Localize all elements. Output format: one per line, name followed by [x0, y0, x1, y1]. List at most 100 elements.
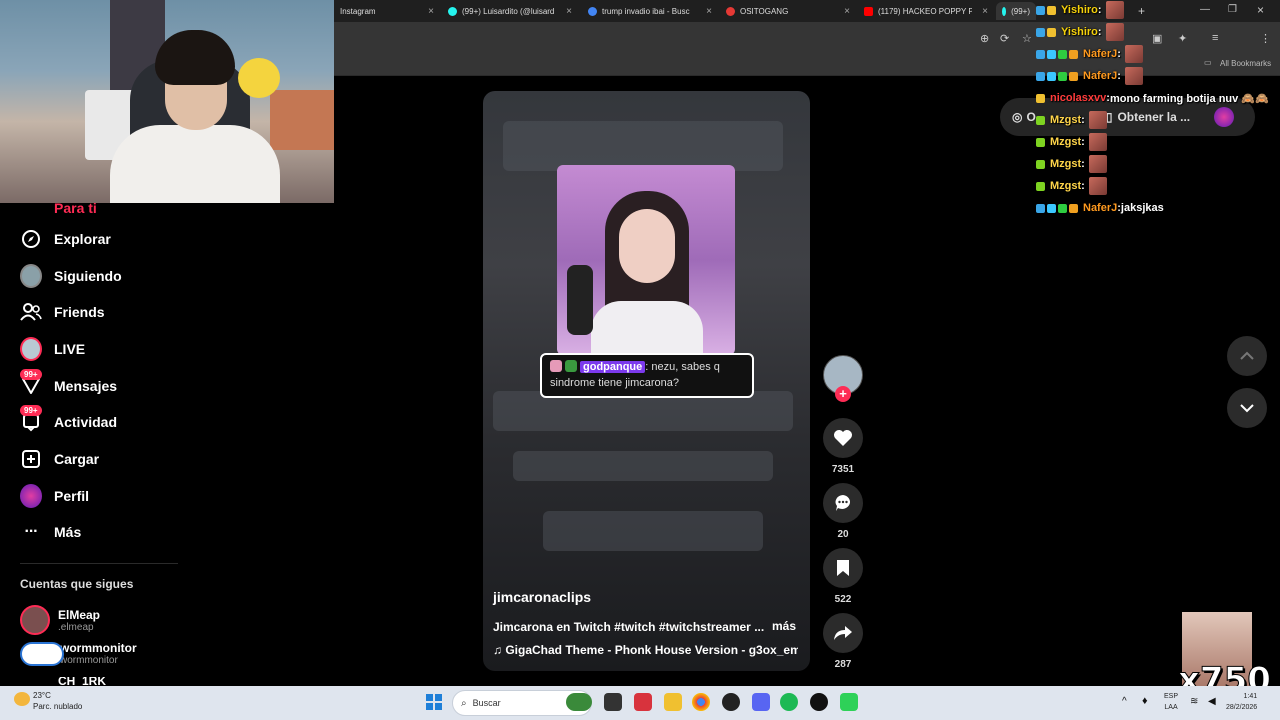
- more-link[interactable]: más: [772, 619, 796, 633]
- nav-cargar[interactable]: Cargar: [20, 444, 99, 474]
- close-icon[interactable]: ×: [566, 6, 572, 17]
- bookmark-star-icon[interactable]: ☆: [1022, 32, 1032, 45]
- tab-title: trump invadio ibai - Busc: [602, 6, 690, 16]
- comment-icon: [835, 495, 851, 511]
- video-music[interactable]: ♫ GigaChad Theme - Phonk House Version -…: [493, 643, 798, 657]
- save-count: 522: [834, 594, 852, 605]
- next-video-button[interactable]: [1227, 388, 1267, 428]
- chevron-down-icon: [1240, 404, 1254, 413]
- badge-icon: [550, 360, 562, 372]
- wifi-icon[interactable]: ≋: [1190, 696, 1198, 707]
- save-button[interactable]: [823, 548, 863, 588]
- close-icon[interactable]: ×: [706, 6, 712, 17]
- share-button[interactable]: [823, 613, 863, 653]
- tab-active-tiktok[interactable]: (99+): [996, 2, 1036, 20]
- windows-start-icon[interactable]: [426, 694, 442, 710]
- file-explorer-icon[interactable]: [664, 693, 682, 711]
- menu-dots-icon[interactable]: ⋮: [1260, 32, 1271, 45]
- chat-username: NaferJ: [1083, 202, 1118, 214]
- follow-plus-icon[interactable]: +: [835, 386, 851, 402]
- zoom-icon[interactable]: ⊕: [980, 32, 989, 45]
- clock[interactable]: 1:41 28/2/2026: [1226, 691, 1257, 713]
- badge-icon: [1036, 115, 1045, 125]
- badge-icon: [1047, 49, 1056, 59]
- tab-instagram[interactable]: Instagram ×: [334, 2, 438, 20]
- new-tab-icon[interactable]: +: [1138, 4, 1145, 18]
- chat-badges: [1036, 5, 1058, 15]
- tab-ositogang[interactable]: OSITOGANG ×: [720, 2, 854, 20]
- nav-label: Siguiendo: [54, 268, 122, 284]
- weather-icon: [14, 692, 30, 706]
- chat-username: NaferJ: [1083, 48, 1118, 60]
- profile-avatar[interactable]: [1214, 107, 1235, 127]
- nav-label: LIVE: [54, 341, 86, 357]
- obs-icon[interactable]: [722, 693, 740, 711]
- tray-chevron-icon[interactable]: ^: [1122, 696, 1127, 707]
- close-icon[interactable]: ×: [844, 6, 850, 17]
- window-close-icon[interactable]: ×: [1257, 3, 1264, 17]
- discord-icon[interactable]: [752, 693, 770, 711]
- weather-widget[interactable]: 23°C Parc. nublado: [33, 690, 82, 712]
- heart-icon: [834, 430, 852, 446]
- chat-line: Mzgst :: [1036, 132, 1107, 152]
- share-count: 287: [834, 659, 852, 670]
- comment-button[interactable]: [823, 483, 863, 523]
- video-player[interactable]: godpanque: nezu, sabes q sindrome tiene …: [483, 91, 810, 671]
- minimize-icon[interactable]: —: [1200, 4, 1210, 15]
- account-name: ElMeap: [58, 607, 101, 622]
- puzzle-icon[interactable]: ✦: [1178, 32, 1187, 45]
- translate-icon[interactable]: ⟳: [1000, 32, 1009, 45]
- nav-friends[interactable]: Friends: [20, 297, 105, 327]
- badge-icon: [1069, 49, 1078, 59]
- nav-siguiendo[interactable]: Siguiendo: [20, 261, 122, 291]
- tab-luisardito[interactable]: (99+) Luisardito (@luisard ×: [442, 2, 576, 20]
- nav-mensajes[interactable]: 99+ Mensajes: [20, 369, 117, 401]
- language-indicator[interactable]: ESP LAA: [1164, 691, 1178, 713]
- chat-emote-icon: [1088, 133, 1107, 151]
- chat-badges: [1036, 93, 1047, 103]
- nav-actividad[interactable]: 99+ Actividad: [20, 405, 117, 437]
- all-bookmarks-link[interactable]: All Bookmarks: [1220, 59, 1271, 68]
- maximize-icon[interactable]: ❐: [1228, 4, 1237, 15]
- tab-title: (99+) Luisardito (@luisard: [462, 6, 555, 16]
- mic-tray-icon[interactable]: ♦: [1142, 695, 1148, 707]
- chat-line: Mzgst :: [1036, 154, 1107, 174]
- stream-clip-frame: [557, 165, 735, 355]
- tab-youtube[interactable]: (1179) HACKEO POPPY P ×: [858, 2, 992, 20]
- task-view-icon[interactable]: [604, 693, 622, 711]
- following-account[interactable]: wormmonitor wormmonitor: [20, 641, 137, 666]
- nav-live[interactable]: LIVE: [20, 334, 85, 364]
- following-account[interactable]: ElMeap .elmeap: [20, 605, 100, 635]
- video-author[interactable]: jimcaronaclips: [493, 589, 591, 605]
- close-icon[interactable]: ×: [982, 6, 988, 17]
- spotify-icon[interactable]: [780, 693, 798, 711]
- chat-message: jaksjkas: [1120, 202, 1164, 214]
- app-icon[interactable]: [634, 693, 652, 711]
- chat-emote-icon: [1105, 23, 1124, 41]
- chat-username: Yishiro: [1061, 26, 1098, 38]
- media-icon[interactable]: ≡: [1212, 32, 1218, 44]
- volume-icon[interactable]: ◀: [1208, 696, 1216, 707]
- close-icon[interactable]: ×: [428, 6, 434, 17]
- chat-separator: :: [1117, 48, 1121, 60]
- friends-icon: [20, 301, 42, 323]
- account-name: CH_1RK: [58, 677, 107, 685]
- following-account[interactable]: CH_1RK: [20, 677, 106, 685]
- nav-mas[interactable]: ··· Más: [20, 517, 82, 547]
- extension-icon[interactable]: ▣: [1152, 32, 1162, 45]
- reddit-icon: [726, 6, 735, 16]
- nav-perfil[interactable]: Perfil: [20, 481, 89, 511]
- badge-icon: [1047, 71, 1056, 81]
- nav-explorar[interactable]: Explorar: [20, 224, 111, 254]
- previous-video-button[interactable]: [1227, 336, 1267, 376]
- chrome-icon[interactable]: [692, 693, 710, 711]
- badge-icon: [1036, 49, 1045, 59]
- chat-username: Mzgst: [1050, 158, 1082, 170]
- app-icon[interactable]: [840, 693, 858, 711]
- tab-google-search[interactable]: trump invadio ibai - Busc ×: [582, 2, 716, 20]
- weather-desc: Parc. nublado: [33, 702, 83, 711]
- app-icon[interactable]: [810, 693, 828, 711]
- chat-line: NaferJ :: [1036, 66, 1143, 86]
- like-button[interactable]: [823, 418, 863, 458]
- badge-icon: [1036, 181, 1045, 191]
